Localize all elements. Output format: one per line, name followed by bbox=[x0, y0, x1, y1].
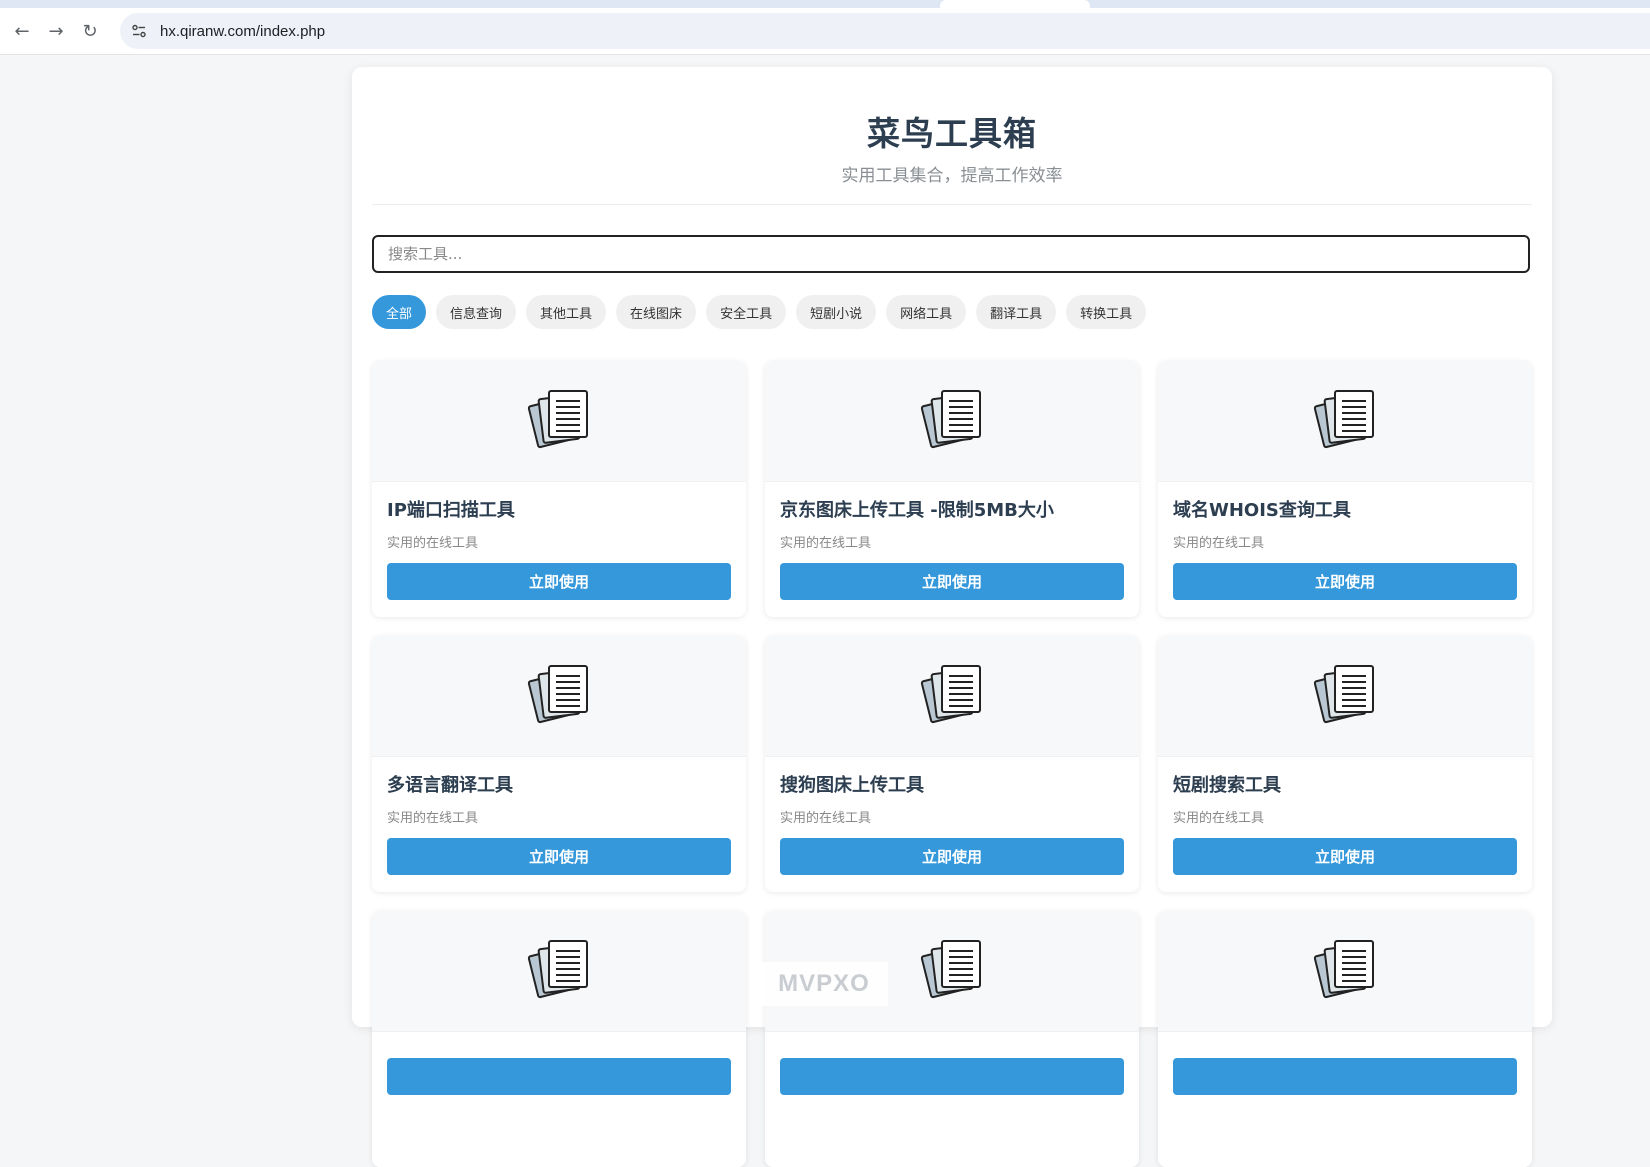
tool-card-body: 多语言翻译工具实用的在线工具立即使用 bbox=[372, 757, 746, 875]
tool-card-body: 域名WHOIS查询工具实用的在线工具立即使用 bbox=[1158, 482, 1532, 600]
tool-card: 多语言翻译工具实用的在线工具立即使用 bbox=[372, 636, 746, 892]
use-now-button[interactable] bbox=[1173, 1058, 1517, 1095]
use-now-button[interactable]: 立即使用 bbox=[780, 838, 1124, 875]
tool-description: 实用的在线工具 bbox=[1173, 536, 1265, 551]
tool-card: 搜狗图床上传工具实用的在线工具立即使用 bbox=[765, 636, 1139, 892]
category-filters: 全部 信息查询 其他工具 在线图床 安全工具 短剧小说 网络工具 翻译工具 转换工具 bbox=[372, 295, 1147, 329]
tool-title: 搜狗图床上传工具 bbox=[780, 775, 924, 796]
tool-card-body bbox=[765, 1032, 1139, 1095]
filter-chip[interactable]: 网络工具 bbox=[886, 295, 967, 329]
tool-card-body: 短剧搜索工具实用的在线工具立即使用 bbox=[1158, 757, 1532, 875]
tool-title: IP端口扫描工具 bbox=[387, 500, 515, 521]
tool-title: 京东图床上传工具 -限制5MB大小 bbox=[780, 500, 1054, 521]
tool-title: 域名WHOIS查询工具 bbox=[1173, 500, 1351, 521]
documents-icon bbox=[527, 938, 591, 1004]
search-input[interactable] bbox=[372, 235, 1530, 273]
tool-card-icon-area bbox=[372, 911, 746, 1032]
tool-description: 实用的在线工具 bbox=[387, 536, 479, 551]
documents-icon bbox=[920, 938, 984, 1004]
main-container: 菜鸟工具箱 实用工具集合，提高工作效率 全部信息查询其他工具在线图床安全工具短剧… bbox=[352, 67, 1552, 1167]
reload-button[interactable]: ↻ bbox=[76, 17, 104, 45]
tool-card: 短剧搜索工具实用的在线工具立即使用 bbox=[1158, 636, 1532, 892]
tool-card-icon-area bbox=[372, 636, 746, 757]
tool-card bbox=[372, 911, 746, 1167]
tool-card-icon-area bbox=[1158, 361, 1532, 482]
browser-toolbar: ← → ↻ hx.qiranw.com/index.php bbox=[0, 8, 1650, 55]
arrow-left-icon: ← bbox=[14, 20, 30, 42]
use-now-button[interactable] bbox=[780, 1058, 1124, 1095]
use-now-button[interactable] bbox=[387, 1058, 731, 1095]
tool-grid: IP端口扫描工具 实用的在线工具 立即使用 京东图床上传工具 -限制5MB大小 实用的在… bbox=[372, 361, 1534, 1167]
back-button[interactable]: ← bbox=[8, 17, 36, 45]
filter-chip[interactable]: 短剧小说 bbox=[796, 295, 877, 329]
documents-icon bbox=[527, 663, 591, 729]
filter-chip[interactable]: 安全工具 bbox=[706, 295, 787, 329]
reload-icon: ↻ bbox=[82, 20, 98, 42]
tool-description: 实用的在线工具 bbox=[1173, 811, 1265, 826]
tool-card: 京东图床上传工具 -限制5MB大小实用的在线工具立即使用 bbox=[765, 361, 1139, 617]
tool-card-body: 京东图床上传工具 -限制5MB大小实用的在线工具立即使用 bbox=[765, 482, 1139, 600]
watermark: MVPXO bbox=[760, 962, 888, 1006]
filter-chip[interactable]: 转换工具 bbox=[1066, 295, 1147, 329]
tool-description: 实用的在线工具 bbox=[387, 811, 479, 826]
use-now-button[interactable]: 立即使用 bbox=[387, 838, 731, 875]
tool-description: 实用的在线工具 bbox=[780, 811, 872, 826]
address-bar[interactable]: hx.qiranw.com/index.php bbox=[120, 13, 1650, 49]
arrow-right-icon: → bbox=[48, 20, 64, 42]
documents-icon bbox=[1313, 663, 1377, 729]
documents-icon bbox=[920, 663, 984, 729]
tool-card bbox=[765, 911, 1139, 1167]
use-now-button[interactable]: 立即使用 bbox=[1173, 838, 1517, 875]
tool-card-body: 搜狗图床上传工具实用的在线工具立即使用 bbox=[765, 757, 1139, 875]
documents-icon bbox=[527, 388, 591, 454]
use-now-button[interactable]: 立即使用 bbox=[387, 563, 731, 600]
url-text[interactable]: hx.qiranw.com/index.php bbox=[160, 23, 325, 40]
tool-card-icon-area bbox=[372, 361, 746, 482]
tool-card: IP端口扫描工具实用的在线工具立即使用 bbox=[372, 361, 746, 617]
filter-chip[interactable]: 信息查询 bbox=[436, 295, 517, 329]
documents-icon bbox=[1313, 388, 1377, 454]
tool-card-icon-area bbox=[1158, 911, 1532, 1032]
filter-chip[interactable]: 其他工具 bbox=[526, 295, 607, 329]
use-now-button[interactable]: 立即使用 bbox=[1173, 563, 1517, 600]
page-title: 菜鸟工具箱 bbox=[867, 114, 1037, 153]
tool-card-body: IP端口扫描工具实用的在线工具立即使用 bbox=[372, 482, 746, 600]
filter-chip[interactable]: 全部 bbox=[372, 295, 427, 329]
tool-card bbox=[1158, 911, 1532, 1167]
tool-card-icon-area bbox=[765, 636, 1139, 757]
documents-icon bbox=[920, 388, 984, 454]
site-settings-icon[interactable] bbox=[126, 18, 152, 44]
tool-description: 实用的在线工具 bbox=[780, 536, 872, 551]
documents-icon bbox=[1313, 938, 1377, 1004]
tool-card-icon-area bbox=[765, 361, 1139, 482]
filter-chip[interactable]: 翻译工具 bbox=[976, 295, 1057, 329]
tool-title: 多语言翻译工具 bbox=[387, 775, 513, 796]
tool-card: 域名WHOIS查询工具实用的在线工具立即使用 bbox=[1158, 361, 1532, 617]
tool-card-body bbox=[1158, 1032, 1532, 1095]
forward-button[interactable]: → bbox=[42, 17, 70, 45]
tool-card-icon-area bbox=[1158, 636, 1532, 757]
page-header: 菜鸟工具箱 实用工具集合，提高工作效率 bbox=[372, 67, 1532, 205]
use-now-button[interactable]: 立即使用 bbox=[780, 563, 1124, 600]
page-subtitle: 实用工具集合，提高工作效率 bbox=[841, 166, 1063, 186]
tool-card-body bbox=[372, 1032, 746, 1095]
browser-tab-strip bbox=[0, 0, 1650, 8]
tool-title: 短剧搜索工具 bbox=[1173, 775, 1281, 796]
active-tab[interactable] bbox=[940, 0, 1090, 8]
filter-chip[interactable]: 在线图床 bbox=[616, 295, 697, 329]
